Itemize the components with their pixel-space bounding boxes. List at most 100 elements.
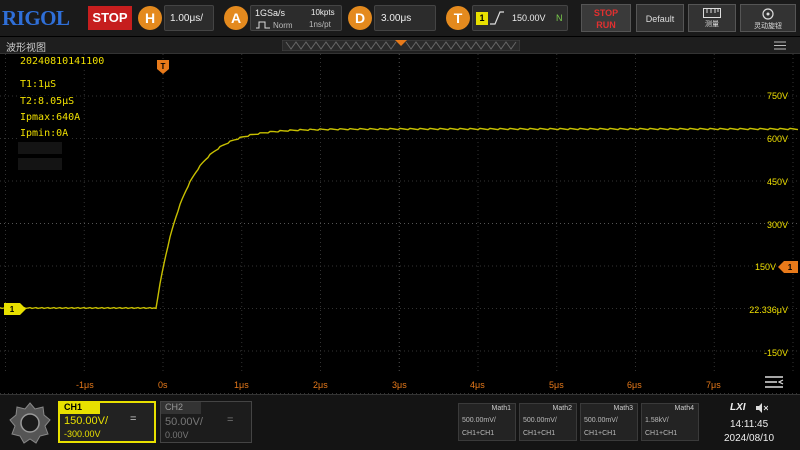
stop-run-label-1: STOP bbox=[593, 8, 619, 18]
trigger-coupling: N bbox=[556, 13, 563, 23]
collapse-menu-icon[interactable] bbox=[764, 374, 784, 390]
ch1-panel[interactable]: CH1 150.00V/ = -300.00V bbox=[58, 401, 156, 443]
math-scale: 500.00mV/ bbox=[523, 417, 557, 424]
blank-label-box bbox=[18, 142, 62, 154]
math-expr: CH1+CH1 bbox=[523, 430, 556, 437]
memory-position-bar[interactable] bbox=[282, 40, 520, 51]
lxi-label: LXI bbox=[730, 402, 746, 413]
ch2-scale: 50.00V/ bbox=[165, 416, 203, 428]
sample-rate: 1GSa/s bbox=[255, 8, 286, 18]
memory-depth: 10kpts bbox=[311, 8, 335, 17]
voltage-label: 300V bbox=[766, 220, 788, 230]
voltage-label: 22.336μV bbox=[749, 305, 788, 315]
delay-icon[interactable]: D bbox=[348, 6, 372, 30]
delay-value: 3.00μs bbox=[381, 13, 412, 24]
acquire-icon[interactable]: A bbox=[224, 6, 248, 30]
acquire-mode: Norm bbox=[273, 21, 293, 30]
math-scale: 500.00mV/ bbox=[584, 417, 618, 424]
math-expr: CH1+CH1 bbox=[645, 430, 678, 437]
annotation-ipmax: Ipmax:640A bbox=[18, 112, 83, 123]
time-label: 4μs bbox=[470, 380, 485, 390]
math-scale: 1.58kV/ bbox=[645, 417, 669, 424]
ch1-coupling-icon: = bbox=[130, 413, 137, 425]
trigger-source: 1 bbox=[476, 12, 488, 25]
trigger-level-marker[interactable]: 1 bbox=[778, 261, 798, 273]
menu-icon[interactable] bbox=[774, 41, 786, 50]
time-per-point: 1ns/pt bbox=[309, 20, 331, 29]
stop-run-label-2: RUN bbox=[596, 20, 616, 30]
stop-run-button[interactable]: STOP RUN bbox=[581, 4, 631, 32]
ch2-coupling-icon: = bbox=[227, 414, 234, 426]
voltage-label: 150V bbox=[754, 262, 776, 272]
run-state-badge[interactable]: STOP bbox=[88, 6, 132, 30]
acquire-mode-icon bbox=[256, 21, 270, 29]
waveform-plot bbox=[0, 54, 799, 394]
annotation-t2: T2:8.05μS bbox=[18, 96, 77, 107]
trigger-position-marker[interactable]: T bbox=[157, 60, 169, 74]
time-label: -1μs bbox=[76, 380, 94, 390]
ch1-offset-marker[interactable]: 1 bbox=[4, 303, 26, 315]
math-expr: CH1+CH1 bbox=[462, 430, 495, 437]
math3-panel[interactable]: Math3 500.00mV/ CH1+CH1 bbox=[580, 403, 638, 441]
time-label: 3μs bbox=[392, 380, 407, 390]
time-label: 6μs bbox=[627, 380, 642, 390]
acquire-display[interactable]: 1GSa/s Norm 10kpts 1ns/pt bbox=[250, 5, 342, 31]
rigol-logo: RIGOL bbox=[2, 6, 70, 30]
ruler-icon bbox=[703, 8, 721, 18]
grid-lines bbox=[0, 54, 797, 394]
time-label: 1μs bbox=[234, 380, 249, 390]
clock-time: 14:11:45 bbox=[730, 419, 769, 430]
default-button[interactable]: Default bbox=[636, 4, 684, 32]
measure-button[interactable]: 测量 bbox=[688, 4, 736, 32]
voltage-label: 600V bbox=[766, 134, 788, 144]
knob-icon bbox=[762, 8, 774, 20]
voltage-label: -150V bbox=[763, 348, 788, 358]
math-name: Math2 bbox=[552, 405, 572, 412]
time-label: 7μs bbox=[706, 380, 721, 390]
delay-display[interactable]: 3.00μs bbox=[374, 5, 436, 31]
svg-text:1: 1 bbox=[788, 263, 793, 272]
knob-label: 灵动旋钮 bbox=[754, 23, 782, 30]
status-area: LXI 14:11:45 2024/08/10 bbox=[704, 399, 796, 447]
trigger-level: 150.00V bbox=[512, 13, 546, 23]
horizontal-icon[interactable]: H bbox=[138, 6, 162, 30]
voltage-label: 450V bbox=[766, 177, 788, 187]
math-name: Math4 bbox=[674, 405, 694, 412]
waveform-grid-area[interactable]: 20240810141100 T1:1μS T2:8.05μS Ipmax:64… bbox=[0, 54, 800, 394]
clock-date: 2024/08/10 bbox=[724, 433, 775, 444]
svg-text:1: 1 bbox=[10, 305, 15, 314]
svg-text:T: T bbox=[161, 62, 166, 71]
blank-label-box bbox=[18, 158, 62, 170]
speaker-muted-icon[interactable] bbox=[756, 403, 768, 413]
voltage-label: 750V bbox=[766, 91, 788, 101]
time-label: 2μs bbox=[313, 380, 328, 390]
math-expr: CH1+CH1 bbox=[584, 430, 617, 437]
annotation-ipmin: Ipmin:0A bbox=[18, 128, 71, 139]
ch1-scale: 150.00V/ bbox=[64, 415, 109, 427]
timebase-display[interactable]: 1.00μs/ bbox=[164, 5, 214, 31]
math-scale: 500.00mV/ bbox=[462, 417, 496, 424]
measure-label: 测量 bbox=[705, 21, 719, 28]
timebase-value: 1.00μs/ bbox=[170, 13, 204, 24]
ch2-panel[interactable]: CH2 50.00V/ = 0.00V bbox=[160, 401, 252, 443]
trigger-icon[interactable]: T bbox=[446, 6, 470, 30]
math2-panel[interactable]: Math2 500.00mV/ CH1+CH1 bbox=[519, 403, 577, 441]
ch2-name: CH2 bbox=[161, 402, 201, 414]
timestamp-label: 20240810141100 bbox=[18, 56, 107, 67]
knob-button[interactable]: 灵动旋钮 bbox=[740, 4, 796, 32]
rising-edge-icon bbox=[490, 11, 504, 25]
home-gear-icon[interactable] bbox=[8, 401, 52, 445]
channel-bar: CH1 150.00V/ = -300.00V CH2 50.00V/ = 0.… bbox=[0, 394, 800, 450]
time-label: 0s bbox=[158, 380, 168, 390]
math4-panel[interactable]: Math4 1.58kV/ CH1+CH1 bbox=[641, 403, 699, 441]
ch1-offset: -300.00V bbox=[64, 429, 101, 439]
annotation-t1: T1:1μS bbox=[18, 79, 59, 90]
math-name: Math1 bbox=[491, 405, 511, 412]
waveform-title: 波形视图 bbox=[6, 43, 46, 54]
math-name: Math3 bbox=[613, 405, 633, 412]
top-toolbar: RIGOL STOP H 1.00μs/ A 1GSa/s Norm 10kpt… bbox=[0, 0, 800, 36]
time-label: 5μs bbox=[549, 380, 564, 390]
math1-panel[interactable]: Math1 500.00mV/ CH1+CH1 bbox=[458, 403, 516, 441]
waveform-title-bar: 波形视图 bbox=[0, 37, 800, 54]
ch2-offset: 0.00V bbox=[165, 430, 189, 440]
